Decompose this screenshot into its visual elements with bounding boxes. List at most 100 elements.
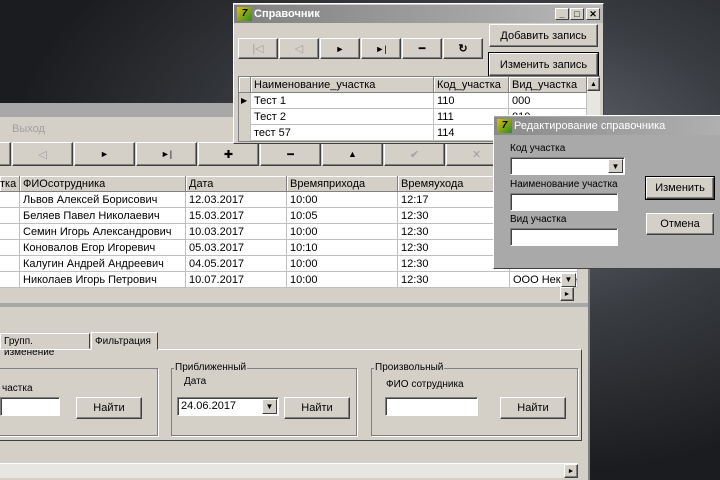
maximize-button[interactable]: □: [570, 8, 584, 20]
main-divider: [0, 303, 588, 307]
table-cell[interactable]: 10.07.2017: [186, 272, 287, 288]
delete-button[interactable]: ━: [260, 142, 321, 166]
table-cell[interactable]: 10:00: [287, 256, 398, 272]
table-row[interactable]: ▶ Тест 1 110 000: [239, 93, 599, 109]
tab-group-edit[interactable]: Групп. изменение: [0, 333, 90, 358]
close-button[interactable]: ✕: [586, 8, 600, 20]
table-cell[interactable]: Николаев Игорь Петрович: [20, 272, 186, 288]
table-row[interactable]: Николаев Игорь Петрович 10.07.2017 10:00 12…: [0, 272, 578, 288]
type-input[interactable]: [510, 228, 618, 246]
add-record-button[interactable]: Добавить запись: [489, 24, 598, 47]
table-cell[interactable]: 10.03.2017: [186, 224, 287, 240]
table-cell[interactable]: 12.03.2017: [186, 192, 287, 208]
column-header[interactable]: Код_участка: [434, 77, 509, 93]
tab-filter[interactable]: Фильтрация: [91, 332, 158, 350]
exact-input[interactable]: [0, 397, 60, 416]
table-cell[interactable]: [0, 224, 20, 240]
edit-record-button[interactable]: Изменить запись: [488, 52, 599, 77]
table-cell[interactable]: 10:00: [287, 192, 398, 208]
prior-button[interactable]: ◁: [12, 142, 73, 166]
horizontal-scrollbar[interactable]: ►: [0, 463, 578, 478]
table-cell[interactable]: 04.05.2017: [186, 256, 287, 272]
app-logo-icon: 7: [237, 7, 252, 21]
table-cell[interactable]: 15.03.2017: [186, 208, 287, 224]
window-title: Справочник: [254, 8, 320, 20]
name-input[interactable]: [510, 193, 618, 211]
table-row[interactable]: Беляев Павел Николаевич 15.03.2017 10:05 12…: [0, 208, 578, 224]
delete-button[interactable]: ━: [402, 38, 442, 59]
table-row[interactable]: Семин Игорь Александрович 10.03.2017 10:00…: [0, 224, 578, 240]
last-button[interactable]: ►|: [136, 142, 197, 166]
first-button[interactable]: [0, 142, 11, 166]
table-cell[interactable]: ООО Нексон ▼: [510, 272, 578, 288]
table-cell[interactable]: Коновалов Егор Игоревич: [20, 240, 186, 256]
table-cell[interactable]: 05.03.2017: [186, 240, 287, 256]
scroll-right-button[interactable]: ►: [564, 464, 578, 478]
post-button[interactable]: ✔: [384, 142, 445, 166]
minimize-button[interactable]: _: [555, 8, 569, 20]
table-cell[interactable]: 10:10: [287, 240, 398, 256]
column-header[interactable]: Вид_участка: [509, 77, 587, 93]
main-grid[interactable]: тка ФИОсотрудника Дата Времяприхода Врем…: [0, 176, 578, 301]
column-header[interactable]: Дата: [186, 176, 287, 192]
table-cell[interactable]: [0, 256, 20, 272]
table-cell[interactable]: [0, 240, 20, 256]
cancel-button[interactable]: Отмена: [646, 213, 714, 235]
table-row[interactable]: Калугин Андрей Андреевич 04.05.2017 10:00 1…: [0, 256, 578, 272]
date-value: 24.06.2017: [181, 400, 237, 412]
first-button[interactable]: |◁: [238, 38, 278, 59]
menu-exit[interactable]: Выход: [12, 123, 45, 135]
insert-button[interactable]: ✚: [198, 142, 259, 166]
column-header[interactable]: Наименование_участка: [251, 77, 434, 93]
column-header[interactable]: Времяприхода: [287, 176, 398, 192]
table-cell[interactable]: Тест 2: [251, 109, 434, 125]
table-cell[interactable]: 10:00: [287, 224, 398, 240]
table-cell[interactable]: Семин Игорь Александрович: [20, 224, 186, 240]
next-button[interactable]: ►: [320, 38, 360, 59]
exact-find-button[interactable]: Найти: [76, 397, 142, 419]
column-header[interactable]: ФИОсотрудника: [20, 176, 186, 192]
table-row[interactable]: Коновалов Егор Игоревич 05.03.2017 10:10 12…: [0, 240, 578, 256]
cancel-icon: ✕: [471, 148, 482, 161]
last-button[interactable]: ►|: [361, 38, 401, 59]
button-label: Изменить: [655, 182, 705, 194]
table-cell[interactable]: 10:05: [287, 208, 398, 224]
table-row[interactable]: Львов Алексей Борисович 12.03.2017 10:00 12…: [0, 192, 578, 208]
row-indicator: [239, 125, 251, 141]
exact-search-group: частка Найти: [0, 368, 158, 436]
table-cell[interactable]: Тест 1: [251, 93, 434, 109]
table-cell[interactable]: тест 57: [251, 125, 434, 141]
group-title: Приближенный: [174, 362, 248, 373]
table-cell[interactable]: Беляев Павел Николаевич: [20, 208, 186, 224]
table-cell[interactable]: 12:30: [398, 272, 510, 288]
next-button[interactable]: ►: [74, 142, 135, 166]
name-label: Наименование участка: [510, 179, 618, 190]
edit-button[interactable]: ▲: [322, 142, 383, 166]
code-combobox[interactable]: ▼: [510, 157, 625, 175]
table-cell[interactable]: [0, 272, 20, 288]
fio-input[interactable]: [385, 397, 478, 416]
table-cell[interactable]: 000: [509, 93, 587, 109]
next-icon: ►: [100, 149, 109, 159]
table-cell[interactable]: Калугин Андрей Андреевич: [20, 256, 186, 272]
prior-button[interactable]: ◁: [279, 38, 319, 59]
refresh-button[interactable]: ↻: [443, 38, 483, 59]
row-indicator: [239, 109, 251, 125]
scroll-up-button[interactable]: ▲: [587, 77, 600, 91]
column-header[interactable]: тка: [0, 176, 20, 192]
table-cell[interactable]: 10:00: [287, 272, 398, 288]
arbitrary-find-button[interactable]: Найти: [500, 397, 566, 419]
window-title: Редактирование справочника: [514, 120, 666, 132]
grid-scroll-right-button[interactable]: ►: [560, 287, 574, 301]
table-cell[interactable]: Львов Алексей Борисович: [20, 192, 186, 208]
chevron-down-icon[interactable]: ▼: [561, 273, 576, 287]
chevron-down-icon[interactable]: ▼: [262, 399, 277, 414]
table-cell[interactable]: 110: [434, 93, 509, 109]
table-cell[interactable]: [0, 192, 20, 208]
apply-button[interactable]: Изменить: [645, 176, 715, 200]
table-cell[interactable]: [0, 208, 20, 224]
type-label: Вид участка: [510, 214, 567, 225]
approx-find-button[interactable]: Найти: [284, 397, 350, 419]
chevron-down-icon[interactable]: ▼: [608, 159, 623, 173]
date-picker[interactable]: 24.06.2017 ▼: [177, 397, 279, 416]
